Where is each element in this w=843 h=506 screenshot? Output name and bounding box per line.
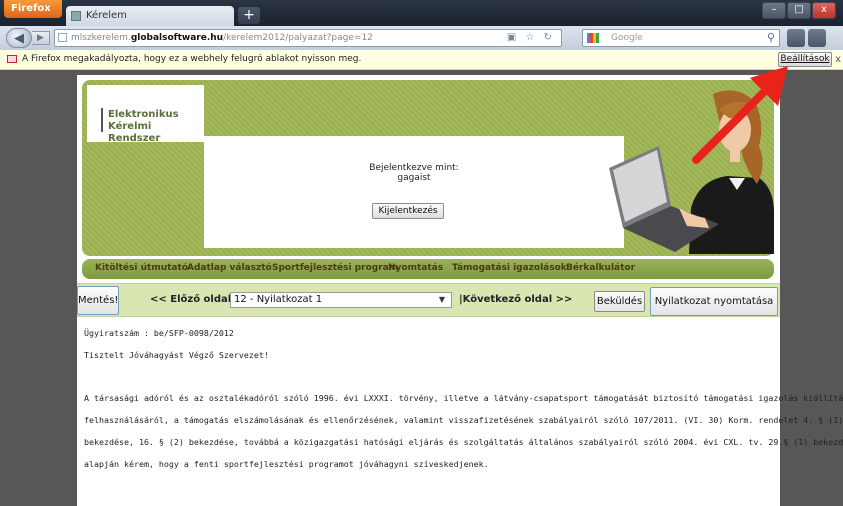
site-logo: Elektronikus Kérelmi Rendszer xyxy=(87,85,204,144)
browser-navbar: ◀ ▶ mlszkerelem.globalsoftware.hu/kerele… xyxy=(0,26,843,50)
reload-icon[interactable]: ▣ ☆ ↻ xyxy=(507,30,555,46)
greeting: Tisztelt Jóváhagyást Végző Szervezet! xyxy=(84,350,269,360)
home-icon[interactable] xyxy=(787,29,805,47)
main-nav: Kitöltési útmutató Adatlap választó Spor… xyxy=(82,259,774,279)
logged-in-label: Bejelentkezve mint: xyxy=(369,163,459,173)
nav-item-adatlap-valaszto[interactable]: Adatlap választó xyxy=(187,259,272,278)
firefox-menu-button[interactable]: Firefox xyxy=(4,0,62,18)
new-tab-button[interactable]: + xyxy=(238,7,260,24)
page-select-value: 12 - Nyilatkozat 1 xyxy=(234,294,323,305)
maximize-button[interactable]: □ xyxy=(787,2,811,19)
page-icon xyxy=(71,11,81,21)
forward-arrow-icon: ▶ xyxy=(37,33,44,43)
site-header: Elektronikus Kérelmi Rendszer Bejelentke… xyxy=(82,80,774,256)
prev-page-link[interactable]: << Előző oldal| xyxy=(150,294,235,305)
search-icon[interactable]: ⚲ xyxy=(767,30,775,46)
nav-item-kitoltesi-utmutato[interactable]: Kitöltési útmutató xyxy=(95,259,188,278)
save-button[interactable]: Mentés! xyxy=(77,286,119,315)
logo-bar xyxy=(101,108,103,132)
google-icon xyxy=(587,33,599,43)
paragraph-line: bekezdése, 16. § (2) bekezdése, továbbá … xyxy=(84,437,843,447)
nav-item-berkalkulator[interactable]: Bérkalkulátor xyxy=(566,259,635,278)
username: gagaist xyxy=(397,173,431,183)
chevron-down-icon: ▼ xyxy=(438,295,445,304)
url-prefix: mlszkerelem. xyxy=(71,33,131,43)
address-bar[interactable]: mlszkerelem.globalsoftware.hu/kerelem201… xyxy=(54,29,562,47)
paragraph-line: A társasági adóról és az osztalékadóról … xyxy=(84,393,843,403)
paragraph-line: alapján kérem, hogy a fenti sportfejlesz… xyxy=(84,459,489,469)
print-declaration-button[interactable]: Nyilatkozat nyomtatása xyxy=(650,287,778,316)
paragraph-line: felhasználásáról, a támogatás elszámolás… xyxy=(84,415,843,425)
back-arrow-icon: ◀ xyxy=(14,31,24,46)
login-panel: Bejelentkezve mint: gagaist Kijelentkezé… xyxy=(204,136,624,248)
site-identity-icon xyxy=(58,33,67,42)
popup-blocked-message: A Firefox megakadályozta, hogy ez a webh… xyxy=(22,54,362,64)
search-input[interactable]: Google ⚲ xyxy=(582,29,780,47)
page-container: Elektronikus Kérelmi Rendszer Bejelentke… xyxy=(77,75,843,506)
logout-button[interactable]: Kijelentkezés xyxy=(372,203,444,219)
nav-item-nyomtatas[interactable]: Nyomtatás xyxy=(388,259,443,278)
logo-text: Elektronikus Kérelmi Rendszer xyxy=(108,109,179,144)
nav-item-tamogatasi-igazolasok[interactable]: Támogatási igazolások xyxy=(452,259,567,278)
case-number: Ügyiratszám : be/SFP-0098/2012 xyxy=(84,328,234,338)
popup-blocked-icon xyxy=(7,55,17,63)
back-button[interactable]: ◀ xyxy=(6,28,32,48)
search-placeholder: Google xyxy=(611,33,643,43)
url-path: /kerelem2012/palyazat?page=12 xyxy=(223,33,373,43)
form-action-bar: Mentés! << Előző oldal| 12 - Nyilatkozat… xyxy=(77,283,780,317)
annotation-arrow xyxy=(692,66,788,164)
close-window-button[interactable]: x xyxy=(812,2,836,19)
browser-tab[interactable]: Kérelem xyxy=(66,6,234,26)
close-icon[interactable]: x xyxy=(835,50,841,69)
browser-titlebar: Firefox Kérelem + – □ x xyxy=(0,0,843,26)
url-host: globalsoftware.hu xyxy=(130,33,224,43)
submit-button[interactable]: Beküldés xyxy=(594,291,645,312)
nav-item-sportfejlesztesi-program[interactable]: Sportfejlesztési program xyxy=(272,259,398,278)
forward-button[interactable]: ▶ xyxy=(32,31,50,45)
minimize-button[interactable]: – xyxy=(762,2,786,19)
addon-icon[interactable] xyxy=(808,29,826,47)
page-select[interactable]: 12 - Nyilatkozat 1 ▼ xyxy=(230,292,452,308)
tab-title: Kérelem xyxy=(86,10,127,21)
next-page-link[interactable]: |Következő oldal >> xyxy=(459,294,572,305)
